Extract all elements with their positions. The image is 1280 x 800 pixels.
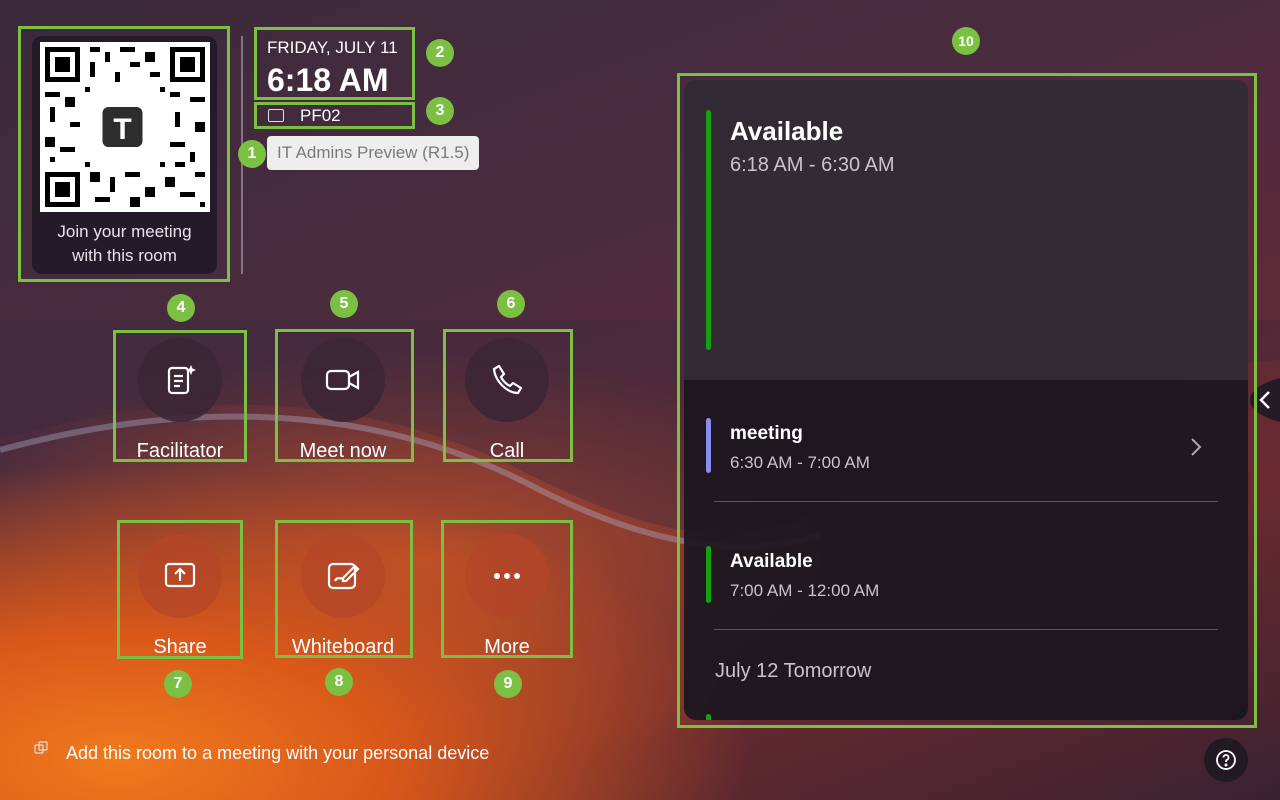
annotation-badge: 8 bbox=[325, 668, 353, 696]
help-icon bbox=[1216, 750, 1236, 770]
annotation-badge: 5 bbox=[330, 290, 358, 318]
annotation-badge: 9 bbox=[494, 670, 522, 698]
annotation-box-share bbox=[117, 520, 243, 659]
annotation-badge: 4 bbox=[167, 294, 195, 322]
help-button[interactable] bbox=[1204, 738, 1248, 782]
device-icon bbox=[34, 741, 48, 754]
annotation-box-room bbox=[254, 102, 415, 129]
annotation-box-qr bbox=[18, 26, 230, 282]
annotation-box-facilitator bbox=[113, 330, 247, 462]
annotation-box-call bbox=[443, 329, 573, 462]
annotation-badge: 2 bbox=[426, 39, 454, 67]
annotation-box-schedule bbox=[677, 73, 1257, 728]
annotation-badge: 6 bbox=[497, 290, 525, 318]
annotation-box-meet-now bbox=[275, 329, 414, 462]
build-label: IT Admins Preview (R1.5) bbox=[267, 136, 480, 170]
annotation-box-whiteboard bbox=[275, 520, 413, 658]
annotation-badge: 7 bbox=[164, 670, 192, 698]
personal-device-hint: Add this room to a meeting with your per… bbox=[66, 743, 490, 763]
annotation-box-datetime bbox=[254, 27, 415, 100]
annotation-badge: 10 bbox=[952, 27, 980, 55]
annotation-badge: 1 bbox=[238, 140, 266, 168]
annotation-badge: 3 bbox=[426, 97, 454, 125]
annotation-box-more bbox=[441, 520, 573, 658]
